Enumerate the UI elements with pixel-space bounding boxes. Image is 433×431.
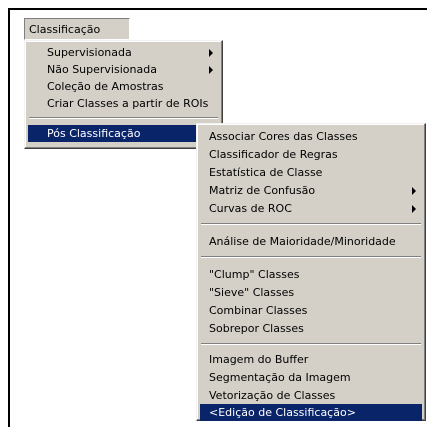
menu-classificacao[interactable]: Classificação (29, 22, 100, 37)
menu-item-label: Imagem do Buffer (209, 353, 309, 366)
menu-item-sieve-classes[interactable]: "Sieve" Classes (200, 284, 422, 301)
menu-item-sobrepor-classes[interactable]: Sobrepor Classes (200, 320, 422, 337)
menu-item-label: Supervisionada (47, 46, 132, 59)
menu-item-label: Coleção de Amostras (47, 80, 164, 93)
menu-item-label: Combinar Classes (209, 304, 308, 317)
menu-item-label: Vetorização de Classes (209, 389, 336, 402)
menu-item-label: Segmentação da Imagem (209, 371, 351, 384)
menu-item-clump-classes[interactable]: "Clump" Classes (200, 266, 422, 283)
menu-item-imagem-buffer[interactable]: Imagem do Buffer (200, 351, 422, 368)
menu-item-label: Criar Classes a partir de ROIs (47, 97, 209, 110)
classificacao-menu: Supervisionada Não Supervisionada Coleçã… (24, 40, 223, 149)
menu-item-estatistica-classe[interactable]: Estatística de Classe (200, 164, 422, 181)
menu-item-matriz-confusao[interactable]: Matriz de Confusão (200, 182, 422, 199)
menu-item-colecao-amostras[interactable]: Coleção de Amostras (28, 78, 219, 95)
menubar: Classificação (24, 18, 130, 40)
menu-item-label: <Edição de Classificação> (209, 406, 356, 419)
menu-item-analise-maioridade[interactable]: Análise de Maioridade/Minoridade (200, 233, 422, 250)
menu-separator (201, 343, 421, 345)
menu-item-pos-classificacao[interactable]: Pós Classificação (28, 125, 219, 142)
menu-item-label: "Sieve" Classes (209, 286, 295, 299)
submenu-arrow-icon (412, 205, 416, 213)
menu-item-label: Não Supervisionada (47, 63, 157, 76)
menu-item-edicao-classificacao[interactable]: <Edição de Classificação> (200, 404, 422, 421)
submenu-arrow-icon (209, 49, 213, 57)
menu-item-label: Análise de Maioridade/Minoridade (209, 235, 396, 248)
menu-item-criar-classes-rois[interactable]: Criar Classes a partir de ROIs (28, 95, 219, 112)
pos-classificacao-submenu: Associar Cores das Classes Classificador… (196, 123, 426, 421)
menu-item-label: Sobrepor Classes (209, 322, 304, 335)
menu-separator (29, 117, 218, 119)
submenu-arrow-icon (209, 66, 213, 74)
menu-item-segmentacao-imagem[interactable]: Segmentação da Imagem (200, 369, 422, 386)
menu-item-label: "Clump" Classes (209, 268, 300, 281)
menu-item-vetorizacao-classes[interactable]: Vetorização de Classes (200, 387, 422, 404)
menu-item-associar-cores[interactable]: Associar Cores das Classes (200, 128, 422, 145)
menu-separator (201, 223, 421, 225)
menu-separator (201, 256, 421, 258)
menu-item-label: Associar Cores das Classes (209, 130, 358, 143)
menu-item-label: Estatística de Classe (209, 166, 323, 179)
menu-item-label: Classificador de Regras (209, 148, 338, 161)
menu-item-supervisionada[interactable]: Supervisionada (28, 44, 219, 61)
menu-item-nao-supervisionada[interactable]: Não Supervisionada (28, 61, 219, 78)
menu-item-classificador-regras[interactable]: Classificador de Regras (200, 146, 422, 163)
menu-item-label: Pós Classificação (47, 127, 141, 140)
menu-item-label: Curvas de ROC (209, 202, 292, 215)
menu-item-label: Matriz de Confusão (209, 184, 316, 197)
submenu-arrow-icon (412, 187, 416, 195)
menu-item-combinar-classes[interactable]: Combinar Classes (200, 302, 422, 319)
menu-item-curvas-roc[interactable]: Curvas de ROC (200, 200, 422, 217)
